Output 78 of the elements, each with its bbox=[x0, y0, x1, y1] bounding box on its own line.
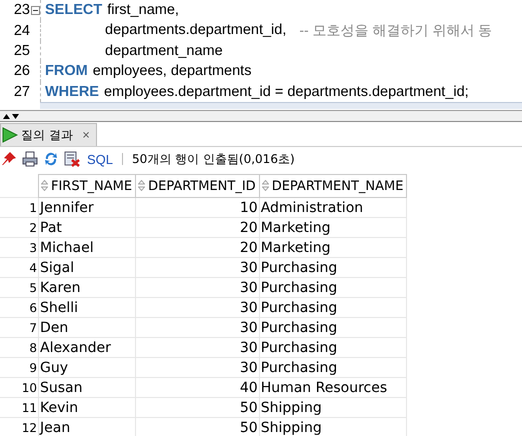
table-cell: Shelli bbox=[38, 298, 136, 318]
sql-link[interactable]: SQL bbox=[87, 152, 114, 166]
row-number: 1 bbox=[0, 198, 38, 218]
column-header[interactable]: DEPARTMENT_NAME bbox=[259, 174, 407, 198]
row-number: 3 bbox=[0, 238, 38, 258]
code-text: employees.department_id = departments.department_id; bbox=[104, 84, 469, 100]
sql-keyword: FROM bbox=[45, 63, 88, 80]
code-text: departments.department_id, bbox=[105, 22, 286, 40]
table-cell: 30 bbox=[136, 338, 260, 358]
row-number: 8 bbox=[0, 338, 38, 358]
code-text: department_name bbox=[105, 42, 223, 59]
pin-icon[interactable] bbox=[1, 151, 17, 167]
table-cell: 30 bbox=[136, 278, 260, 298]
table-cell: Purchasing bbox=[259, 258, 407, 278]
table-cell: Michael bbox=[38, 238, 136, 258]
table-cell: Susan bbox=[38, 378, 136, 398]
row-number: 5 bbox=[0, 278, 38, 298]
refresh-icon[interactable] bbox=[43, 151, 59, 167]
table-cell: 30 bbox=[136, 358, 260, 378]
sort-icon bbox=[138, 180, 146, 190]
splitter-arrows-icon[interactable] bbox=[2, 112, 20, 120]
code-text: employees, departments bbox=[92, 63, 252, 80]
run-icon bbox=[2, 127, 18, 143]
table-cell: 20 bbox=[136, 218, 260, 238]
table-cell: Karen bbox=[38, 278, 136, 298]
table-cell: 30 bbox=[136, 258, 260, 278]
sql-keyword: SELECT bbox=[45, 2, 102, 18]
column-header[interactable]: DEPARTMENT_ID bbox=[136, 174, 260, 198]
table-cell: 40 bbox=[136, 378, 260, 398]
line-number: 23 bbox=[12, 2, 30, 18]
table-cell: Purchasing bbox=[259, 358, 407, 378]
code-comment: -- 모호성을 해결하기 위해서 동 bbox=[299, 22, 492, 40]
table-cell: 20 bbox=[136, 238, 260, 258]
line-number: 24 bbox=[12, 22, 30, 39]
line-number: 27 bbox=[12, 84, 30, 100]
row-number: 7 bbox=[0, 318, 38, 338]
table-cell: Shipping bbox=[259, 398, 407, 418]
table-cell: Alexander bbox=[38, 338, 136, 358]
table-cell: 30 bbox=[136, 298, 260, 318]
table-cell: Marketing bbox=[259, 218, 407, 238]
row-number: 11 bbox=[0, 398, 38, 418]
table-cell: 50 bbox=[136, 398, 260, 418]
print-icon[interactable] bbox=[22, 151, 38, 167]
table-cell: Jean bbox=[38, 418, 136, 436]
table-cell: Administration bbox=[259, 198, 407, 218]
table-cell: Den bbox=[38, 318, 136, 338]
collapse-icon[interactable] bbox=[30, 6, 40, 15]
row-number: 9 bbox=[0, 358, 38, 378]
table-cell: Purchasing bbox=[259, 298, 407, 318]
row-number: 10 bbox=[0, 378, 38, 398]
horizontal-scrollbar[interactable] bbox=[40, 102, 522, 109]
sort-icon bbox=[41, 180, 48, 190]
table-cell: Shipping bbox=[259, 418, 407, 436]
results-tab[interactable]: 질의 결과 × bbox=[0, 123, 98, 146]
table-cell: Pat bbox=[38, 218, 136, 238]
table-cell: Purchasing bbox=[259, 318, 407, 338]
row-number: 4 bbox=[0, 258, 38, 278]
table-cell: 30 bbox=[136, 318, 260, 338]
table-cell: Jennifer bbox=[38, 198, 136, 218]
status-text: 50개의 행이 인출됨(0,016초) bbox=[132, 150, 295, 168]
table-cell: Purchasing bbox=[259, 278, 407, 298]
line-number: 26 bbox=[12, 63, 30, 80]
close-button[interactable]: × bbox=[82, 130, 90, 140]
line-number: 25 bbox=[12, 42, 30, 59]
code-text: first_name, bbox=[107, 2, 179, 18]
row-number: 2 bbox=[0, 218, 38, 238]
table-cell: Marketing bbox=[259, 238, 407, 258]
sort-icon bbox=[262, 180, 269, 190]
row-number: 6 bbox=[0, 298, 38, 318]
table-cell: Sigal bbox=[38, 258, 136, 278]
table-cell: Human Resources bbox=[259, 378, 407, 398]
clear-results-icon[interactable] bbox=[64, 151, 80, 167]
table-cell: Guy bbox=[38, 358, 136, 378]
table-cell: Kevin bbox=[38, 398, 136, 418]
column-header[interactable]: FIRST_NAME bbox=[38, 174, 136, 198]
table-cell: 10 bbox=[136, 198, 260, 218]
table-cell: Purchasing bbox=[259, 338, 407, 358]
sql-keyword: WHERE bbox=[45, 84, 99, 100]
